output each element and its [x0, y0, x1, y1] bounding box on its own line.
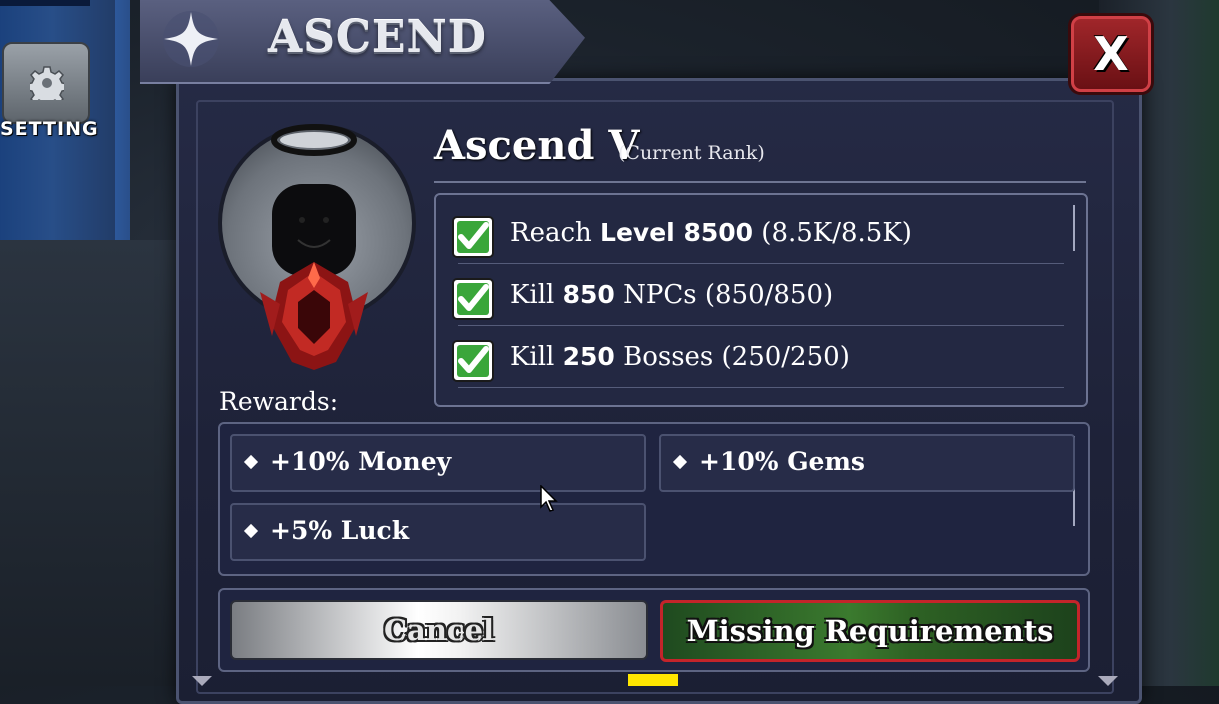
mouse-cursor-icon: [540, 485, 558, 512]
confirm-label: Missing Requirements: [686, 614, 1054, 648]
reward-item: +10% Money: [230, 434, 646, 492]
requirement-item: Kill 250 Bosses (250/250): [452, 330, 1064, 388]
sparkle-icon: [163, 11, 219, 67]
settings-label: SETTING: [0, 118, 99, 140]
requirements-scrollbar[interactable]: [1073, 205, 1075, 251]
divider: [458, 263, 1064, 264]
rank-title: Ascend V: [434, 122, 640, 169]
checkmark-icon: [452, 216, 494, 258]
reward-label: +5% Luck: [270, 516, 410, 545]
reward-item: +10% Gems: [659, 434, 1075, 492]
divider: [458, 325, 1064, 326]
background-topbar: [0, 0, 90, 6]
cancel-label: Cancel: [383, 613, 495, 647]
divider: [434, 181, 1086, 183]
scroll-down-icon: [192, 676, 212, 686]
avatar: [216, 122, 416, 372]
checkmark-icon: [452, 340, 494, 382]
cancel-button[interactable]: Cancel: [230, 600, 648, 660]
ascend-confirm-button[interactable]: Missing Requirements: [660, 600, 1080, 662]
diamond-icon: [672, 454, 688, 470]
reward-label: +10% Gems: [699, 447, 865, 476]
helmet-emblem-icon: [260, 262, 368, 370]
reward-item: +5% Luck: [230, 503, 646, 561]
rank-status: (Current Rank): [618, 142, 765, 164]
gear-icon: [30, 66, 64, 100]
checkmark-icon: [452, 278, 494, 320]
rewards-label: Rewards:: [219, 387, 339, 416]
requirement-item: Reach Level 8500 (8.5K/8.5K): [452, 206, 1064, 264]
requirement-item: Kill 850 NPCs (850/850): [452, 268, 1064, 326]
dialog-title: ASCEND: [268, 12, 487, 63]
requirement-text: Reach Level 8500 (8.5K/8.5K): [510, 218, 912, 248]
diamond-icon: [243, 454, 259, 470]
diamond-icon: [243, 523, 259, 539]
requirement-text: Kill 850 NPCs (850/850): [510, 280, 834, 310]
background-floor: [0, 240, 200, 686]
close-button[interactable]: X: [1071, 16, 1151, 92]
divider: [458, 387, 1064, 388]
settings-button[interactable]: [2, 42, 90, 124]
close-icon: X: [1093, 27, 1129, 81]
scroll-down-icon: [1098, 676, 1118, 686]
requirement-text: Kill 250 Bosses (250/250): [510, 342, 850, 372]
avatar-character-icon: [260, 124, 368, 370]
highlight-marker: [628, 674, 678, 686]
reward-label: +10% Money: [270, 447, 452, 476]
